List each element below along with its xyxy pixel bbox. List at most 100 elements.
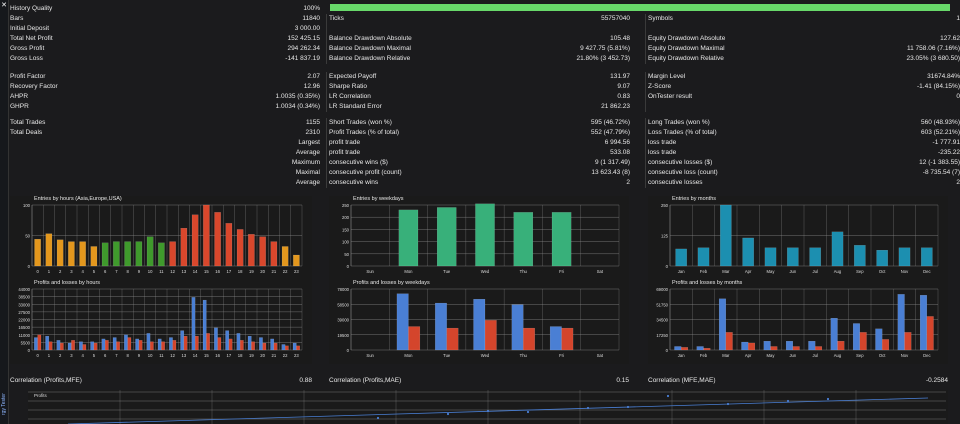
stat-label: consecutive losses xyxy=(648,179,703,186)
correlation-profits-mae: Correlation (Profits,MAE) 0.15 xyxy=(329,376,629,386)
y-tick-label: 0 xyxy=(347,348,350,353)
x-tick-label: Jul xyxy=(812,353,817,358)
column-separator xyxy=(326,92,327,102)
column-separator xyxy=(645,138,646,148)
close-icon[interactable]: ✕ xyxy=(1,2,7,10)
x-tick-label: 4 xyxy=(81,269,84,274)
x-tick-label: 5 xyxy=(93,269,96,274)
loss-bar xyxy=(561,327,574,351)
x-tick-label: Mon xyxy=(404,353,413,358)
stat-value: 2310 xyxy=(305,129,320,136)
scatter-point xyxy=(626,405,630,409)
profit-bar xyxy=(435,302,447,351)
x-tick-label: 21 xyxy=(272,353,277,358)
loss-bar xyxy=(296,345,300,351)
history-quality-bar xyxy=(330,4,950,11)
x-tick-label: Apr xyxy=(745,353,752,358)
stat-label: consecutive profit (count) xyxy=(329,169,402,176)
bar xyxy=(56,239,64,267)
x-tick-label: 1 xyxy=(48,353,51,358)
chart-panel: Entries by hours (Asia,Europe,USA) 100 50 0… xyxy=(10,196,312,280)
scatter-point xyxy=(786,399,790,403)
loss-bar xyxy=(859,332,867,351)
stat-value: -235.22 xyxy=(937,149,960,156)
loss-bar xyxy=(748,342,756,351)
stats-row: Average consecutive wins 2 consecutive loss… xyxy=(10,178,960,188)
profit-bar xyxy=(875,328,883,351)
profit-bar xyxy=(674,346,682,351)
column-separator xyxy=(645,54,646,64)
stat-label: Margin Level xyxy=(648,73,686,80)
stats-row: Total Deals 2310 Profit Trades (% of total… xyxy=(10,128,960,138)
x-tick-label: Jun xyxy=(789,353,796,358)
profit-bar xyxy=(259,337,263,351)
profit-bar xyxy=(236,333,241,351)
bar xyxy=(675,248,687,267)
scatter-point xyxy=(586,406,590,410)
stat-label: Bars xyxy=(10,15,24,22)
stat-value: 1.0035 (0.35%) xyxy=(275,93,320,100)
x-tick-label: 3 xyxy=(70,269,73,274)
loss-bar xyxy=(228,338,233,351)
stat-value: 2 xyxy=(626,179,630,186)
history-quality-label: History Quality xyxy=(10,5,53,12)
profit-bar xyxy=(830,318,838,351)
profit-bar xyxy=(135,338,140,351)
bar xyxy=(135,241,143,267)
x-tick-label: Feb xyxy=(700,269,708,274)
stat-label: profit trade xyxy=(329,139,361,146)
stat-label: Long Trades (won %) xyxy=(648,119,710,126)
stat-label: Balance Drawdown Maximal xyxy=(329,45,412,52)
bar xyxy=(180,228,188,267)
column-separator xyxy=(645,168,646,178)
x-tick-label: Nov xyxy=(901,353,909,358)
column-separator xyxy=(645,34,646,44)
x-tick-label: 12 xyxy=(170,353,175,358)
chart-svg: 250 125 0 Jan Feb Mar Apr May Jun Jul Aug Sep Oct Nov… xyxy=(661,203,939,274)
column-separator xyxy=(645,128,646,138)
x-tick-label: 13 xyxy=(182,353,187,358)
stat-value: Largest xyxy=(298,139,320,146)
profit-bar xyxy=(270,338,275,351)
chart-panel: Profits and losses by weekdays 78000 58500… xyxy=(329,280,629,364)
x-tick-label: 13 xyxy=(182,269,187,274)
x-tick-label: Dec xyxy=(923,269,930,274)
loss-bar xyxy=(882,339,890,351)
bar xyxy=(124,241,131,267)
stat-label: Balance Drawdown Absolute xyxy=(329,35,412,42)
stat-value: 11 758.06 (7.16%) xyxy=(907,45,960,52)
stat-value: 603 (52.21%) xyxy=(920,129,960,136)
x-tick-label: 21 xyxy=(272,269,277,274)
y-tick-label: 39000 xyxy=(337,318,349,323)
stat-label: consecutive wins xyxy=(329,179,379,186)
loss-bar xyxy=(446,327,459,351)
stats-row: Gross Loss -141 837.19 Balance Drawdown Re… xyxy=(10,54,960,64)
x-tick-label: Tue xyxy=(443,269,451,274)
panel-vertical-label: rgy Tester xyxy=(1,393,7,415)
x-tick-label: Nov xyxy=(901,269,909,274)
x-tick-label: 23 xyxy=(294,353,299,358)
column-separator xyxy=(326,158,327,168)
x-tick-label: Mar xyxy=(722,353,730,358)
correlation-value: -0.2584 xyxy=(925,377,948,384)
loss-bar xyxy=(770,346,778,351)
profit-bar xyxy=(396,293,409,351)
column-separator xyxy=(645,92,646,102)
profit-bar xyxy=(785,341,793,351)
loss-bar xyxy=(792,346,800,351)
bar xyxy=(113,241,120,267)
stat-value: 13 623.43 (8) xyxy=(591,169,630,176)
loss-bar xyxy=(484,320,497,351)
x-tick-label: 16 xyxy=(215,269,220,274)
y-tick-label: 34500 xyxy=(656,318,668,323)
loss-bar xyxy=(82,344,87,351)
y-tick-label: 22000 xyxy=(18,318,30,323)
scatter-point xyxy=(446,412,450,416)
bar xyxy=(764,247,777,267)
y-tick-label: 0 xyxy=(666,264,669,269)
profit-bar xyxy=(473,299,486,351)
x-tick-label: May xyxy=(767,269,776,274)
profit-bar xyxy=(292,342,297,351)
chart-panel: Entries by weekdays 250 200 150 100 50 0 Sun Mon… xyxy=(329,196,629,280)
stat-value: 560 (48.93%) xyxy=(920,119,960,126)
